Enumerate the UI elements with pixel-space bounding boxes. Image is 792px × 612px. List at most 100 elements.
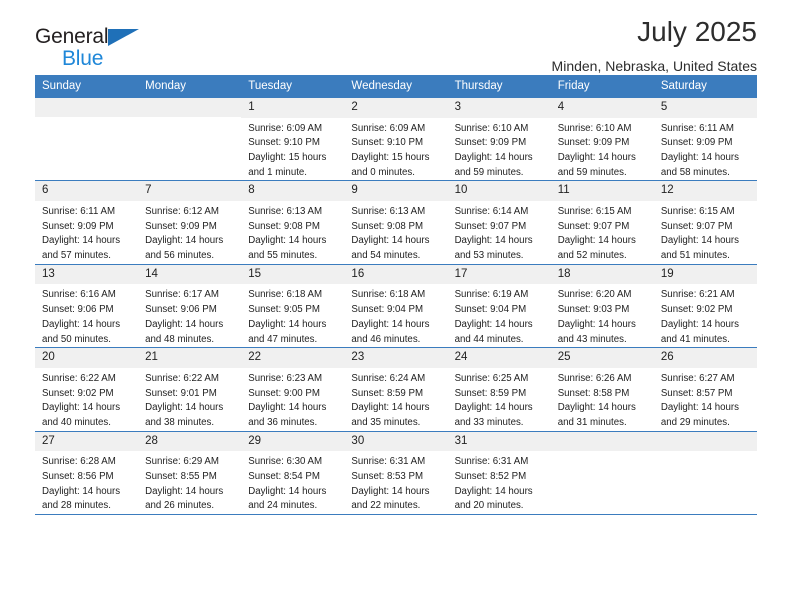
day-details: Sunrise: 6:31 AM Sunset: 8:53 PM Daylight:… bbox=[344, 451, 447, 514]
weekday-header-saturday: Saturday bbox=[653, 75, 757, 98]
calendar-day-cell[interactable]: 14 Sunrise: 6:17 AM Sunset: 9:06 PM Dayligh… bbox=[138, 264, 242, 349]
daylight-text-line2: and 51 minutes. bbox=[660, 250, 730, 262]
calendar-day-cell[interactable]: 29 Sunrise: 6:30 AM Sunset: 8:54 PM Dayligh… bbox=[241, 431, 345, 516]
sunset-text: Sunset: 9:04 PM bbox=[454, 304, 527, 316]
daylight-text-line2: and 41 minutes. bbox=[660, 333, 730, 345]
calendar-day-cell[interactable]: 6 Sunrise: 6:11 AM Sunset: 9:09 PM Daylight… bbox=[35, 180, 139, 265]
daylight-text-line1: Daylight: 14 hours bbox=[660, 235, 739, 247]
calendar-day-cell[interactable]: 19 Sunrise: 6:21 AM Sunset: 9:02 PM Dayligh… bbox=[653, 264, 757, 349]
calendar-day-cell[interactable]: 18 Sunrise: 6:20 AM Sunset: 9:03 PM Dayligh… bbox=[550, 264, 654, 349]
calendar-day-cell[interactable]: 8 Sunrise: 6:13 AM Sunset: 9:08 PM Daylight… bbox=[241, 180, 345, 265]
day-details: Sunrise: 6:09 AM Sunset: 9:10 PM Daylight:… bbox=[241, 118, 344, 181]
sunset-text: Sunset: 8:54 PM bbox=[248, 470, 320, 482]
day-details: Sunrise: 6:25 AM Sunset: 8:59 PM Daylight:… bbox=[448, 368, 551, 431]
calendar-day-cell[interactable]: 10 Sunrise: 6:14 AM Sunset: 9:07 PM Dayligh… bbox=[447, 180, 551, 265]
calendar-day-cell[interactable]: 13 Sunrise: 6:16 AM Sunset: 9:06 PM Dayligh… bbox=[35, 264, 139, 349]
calendar-day-cell[interactable]: 28 Sunrise: 6:29 AM Sunset: 8:55 PM Dayligh… bbox=[138, 431, 242, 516]
calendar-day-cell[interactable]: 26 Sunrise: 6:27 AM Sunset: 8:57 PM Dayligh… bbox=[653, 347, 757, 432]
day-number: 15 bbox=[241, 264, 345, 285]
calendar-day-cell[interactable]: 27 Sunrise: 6:28 AM Sunset: 8:56 PM Dayligh… bbox=[35, 431, 139, 516]
daylight-text-line2: and 33 minutes. bbox=[454, 417, 524, 429]
sunrise-text: Sunrise: 6:21 AM bbox=[660, 289, 735, 301]
sunrise-text: Sunrise: 6:15 AM bbox=[660, 205, 735, 217]
daylight-text-line1: Daylight: 14 hours bbox=[248, 485, 327, 497]
day-number: 23 bbox=[344, 348, 448, 368]
day-details: Sunrise: 6:27 AM Sunset: 8:57 PM Daylight:… bbox=[654, 368, 757, 431]
sunset-text: Sunset: 8:52 PM bbox=[454, 470, 527, 482]
day-number: 4 bbox=[550, 98, 654, 118]
calendar-day-cell[interactable]: 31 Sunrise: 6:31 AM Sunset: 8:52 PM Dayligh… bbox=[447, 431, 551, 516]
calendar-day-cell[interactable]: 30 Sunrise: 6:31 AM Sunset: 8:53 PM Dayligh… bbox=[344, 431, 448, 516]
sunrise-text: Sunrise: 6:17 AM bbox=[145, 289, 219, 301]
daylight-text-line2: and 36 minutes. bbox=[248, 417, 318, 429]
sunset-text: Sunset: 9:07 PM bbox=[557, 220, 630, 232]
day-details: Sunrise: 6:10 AM Sunset: 9:09 PM Daylight:… bbox=[551, 118, 654, 181]
calendar-day-cell[interactable]: 17 Sunrise: 6:19 AM Sunset: 9:04 PM Dayligh… bbox=[447, 264, 551, 349]
day-number bbox=[550, 431, 654, 451]
daylight-text-line1: Daylight: 14 hours bbox=[42, 318, 121, 330]
day-number: 30 bbox=[344, 431, 448, 452]
logo-text-general: General bbox=[35, 26, 140, 47]
sunrise-text: Sunrise: 6:15 AM bbox=[557, 205, 632, 217]
daylight-text-line2: and 55 minutes. bbox=[248, 250, 318, 262]
calendar-day-cell[interactable]: 20 Sunrise: 6:22 AM Sunset: 9:02 PM Dayligh… bbox=[35, 347, 139, 432]
sunrise-text: Sunrise: 6:14 AM bbox=[454, 205, 529, 217]
sunrise-text: Sunrise: 6:26 AM bbox=[557, 372, 632, 384]
day-number: 13 bbox=[35, 264, 139, 285]
sunset-text: Sunset: 8:59 PM bbox=[454, 387, 527, 399]
daylight-text-line1: Daylight: 14 hours bbox=[42, 402, 121, 414]
weekday-header-monday: Monday bbox=[138, 75, 242, 98]
sunrise-text: Sunrise: 6:25 AM bbox=[454, 372, 529, 384]
calendar-day-cell[interactable]: 22 Sunrise: 6:23 AM Sunset: 9:00 PM Dayligh… bbox=[241, 347, 345, 432]
daylight-text-line2: and 54 minutes. bbox=[351, 250, 421, 262]
sunset-text: Sunset: 9:10 PM bbox=[248, 137, 320, 149]
day-details: Sunrise: 6:31 AM Sunset: 8:52 PM Daylight:… bbox=[448, 451, 551, 514]
sunrise-text: Sunrise: 6:24 AM bbox=[351, 372, 426, 384]
weekday-header-row: Sunday Monday Tuesday Wednesday Thursday… bbox=[35, 75, 757, 98]
sunrise-text: Sunrise: 6:10 AM bbox=[454, 122, 529, 134]
general-blue-logo[interactable]: General Blue bbox=[35, 26, 140, 69]
daylight-text-line1: Daylight: 14 hours bbox=[351, 235, 430, 247]
calendar-day-cell-empty bbox=[653, 431, 757, 516]
calendar-day-cell[interactable]: 23 Sunrise: 6:24 AM Sunset: 8:59 PM Dayligh… bbox=[344, 347, 448, 432]
calendar-day-cell[interactable]: 25 Sunrise: 6:26 AM Sunset: 8:58 PM Dayligh… bbox=[550, 347, 654, 432]
calendar-day-cell[interactable]: 5 Sunrise: 6:11 AM Sunset: 9:09 PM Daylight… bbox=[653, 98, 757, 182]
sunrise-text: Sunrise: 6:09 AM bbox=[248, 122, 323, 134]
page-subtitle: Minden, Nebraska, United States bbox=[551, 58, 757, 75]
calendar-day-cell[interactable]: 16 Sunrise: 6:18 AM Sunset: 9:04 PM Dayligh… bbox=[344, 264, 448, 349]
daylight-text-line2: and 43 minutes. bbox=[557, 333, 627, 345]
daylight-text-line2: and 24 minutes. bbox=[248, 500, 318, 512]
calendar-day-cell[interactable]: 4 Sunrise: 6:10 AM Sunset: 9:09 PM Daylight… bbox=[550, 98, 654, 182]
sunset-text: Sunset: 9:08 PM bbox=[351, 220, 424, 232]
daylight-text-line2: and 20 minutes. bbox=[454, 500, 524, 512]
calendar-day-cell[interactable]: 2 Sunrise: 6:09 AM Sunset: 9:10 PM Daylight… bbox=[344, 98, 448, 182]
calendar-day-cell[interactable]: 7 Sunrise: 6:12 AM Sunset: 9:09 PM Daylight… bbox=[138, 180, 242, 265]
calendar-page: General Blue July 2025 Minden, Nebraska,… bbox=[0, 0, 792, 612]
calendar-day-cell[interactable]: 24 Sunrise: 6:25 AM Sunset: 8:59 PM Dayligh… bbox=[447, 347, 551, 432]
daylight-text-line1: Daylight: 14 hours bbox=[145, 402, 224, 414]
day-number bbox=[653, 431, 757, 451]
daylight-text-line2: and 28 minutes. bbox=[42, 500, 111, 512]
day-number: 18 bbox=[550, 264, 654, 285]
daylight-text-line1: Daylight: 14 hours bbox=[454, 402, 533, 414]
sunrise-text: Sunrise: 6:13 AM bbox=[351, 205, 426, 217]
calendar-day-cell[interactable]: 15 Sunrise: 6:18 AM Sunset: 9:05 PM Dayligh… bbox=[241, 264, 345, 349]
sunset-text: Sunset: 8:59 PM bbox=[351, 387, 424, 399]
sunset-text: Sunset: 9:09 PM bbox=[557, 137, 630, 149]
calendar-day-cell[interactable]: 11 Sunrise: 6:15 AM Sunset: 9:07 PM Dayligh… bbox=[550, 180, 654, 265]
day-number: 6 bbox=[35, 181, 139, 201]
daylight-text-line2: and 0 minutes. bbox=[351, 166, 415, 178]
day-number: 19 bbox=[653, 264, 757, 285]
sunset-text: Sunset: 9:02 PM bbox=[660, 304, 733, 316]
sunrise-text: Sunrise: 6:18 AM bbox=[351, 289, 426, 301]
day-number: 11 bbox=[550, 181, 654, 201]
daylight-text-line2: and 58 minutes. bbox=[660, 166, 730, 178]
calendar-day-cell[interactable]: 9 Sunrise: 6:13 AM Sunset: 9:08 PM Daylight… bbox=[344, 180, 448, 265]
calendar-day-cell[interactable]: 21 Sunrise: 6:22 AM Sunset: 9:01 PM Dayligh… bbox=[138, 347, 242, 432]
sunset-text: Sunset: 9:03 PM bbox=[557, 304, 630, 316]
calendar-day-cell[interactable]: 1 Sunrise: 6:09 AM Sunset: 9:10 PM Daylight… bbox=[241, 98, 345, 182]
calendar-day-cell[interactable]: 12 Sunrise: 6:15 AM Sunset: 9:07 PM Dayligh… bbox=[653, 180, 757, 265]
sunset-text: Sunset: 9:01 PM bbox=[145, 387, 217, 399]
calendar-day-cell[interactable]: 3 Sunrise: 6:10 AM Sunset: 9:09 PM Daylight… bbox=[447, 98, 551, 182]
daylight-text-line2: and 46 minutes. bbox=[351, 333, 421, 345]
